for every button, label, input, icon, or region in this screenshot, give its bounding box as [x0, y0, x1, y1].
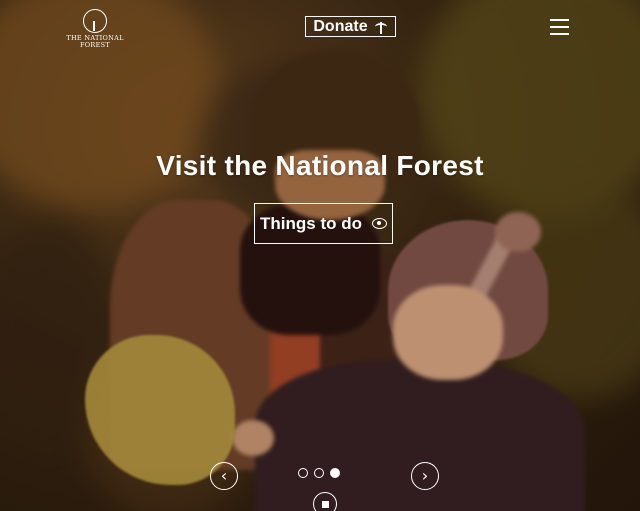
hero-carousel: THE NATIONAL FOREST Donate Visit the Nat…	[0, 0, 640, 511]
carousel-pagination	[298, 468, 340, 478]
carousel-pause-button[interactable]	[313, 492, 337, 511]
sprout-icon	[374, 20, 388, 34]
cta-label: Things to do	[260, 213, 362, 233]
eye-icon	[371, 218, 387, 229]
stop-icon	[321, 500, 329, 508]
carousel-dot-2[interactable]	[314, 468, 324, 478]
menu-bar	[550, 26, 569, 28]
logo-line-2: FOREST	[79, 41, 111, 49]
chevron-left-icon: ‹	[220, 466, 228, 485]
donate-label: Donate	[313, 17, 368, 35]
image-overlay	[0, 0, 640, 511]
chevron-right-icon: ›	[421, 466, 429, 485]
carousel-dot-1[interactable]	[298, 468, 308, 478]
donate-button[interactable]: Donate	[305, 16, 396, 37]
carousel-dot-3[interactable]	[330, 468, 340, 478]
things-to-do-button[interactable]: Things to do	[254, 203, 393, 244]
menu-bar	[550, 33, 569, 35]
carousel-prev-button[interactable]: ‹	[210, 462, 238, 490]
tree-logo-icon	[83, 9, 107, 33]
logo-text: THE NATIONAL FOREST	[66, 35, 124, 49]
hero-headline: Visit the National Forest	[156, 150, 484, 181]
menu-bar	[550, 19, 569, 21]
site-logo[interactable]: THE NATIONAL FOREST	[66, 9, 124, 49]
carousel-next-button[interactable]: ›	[411, 462, 439, 490]
hamburger-menu-icon[interactable]	[550, 19, 569, 35]
